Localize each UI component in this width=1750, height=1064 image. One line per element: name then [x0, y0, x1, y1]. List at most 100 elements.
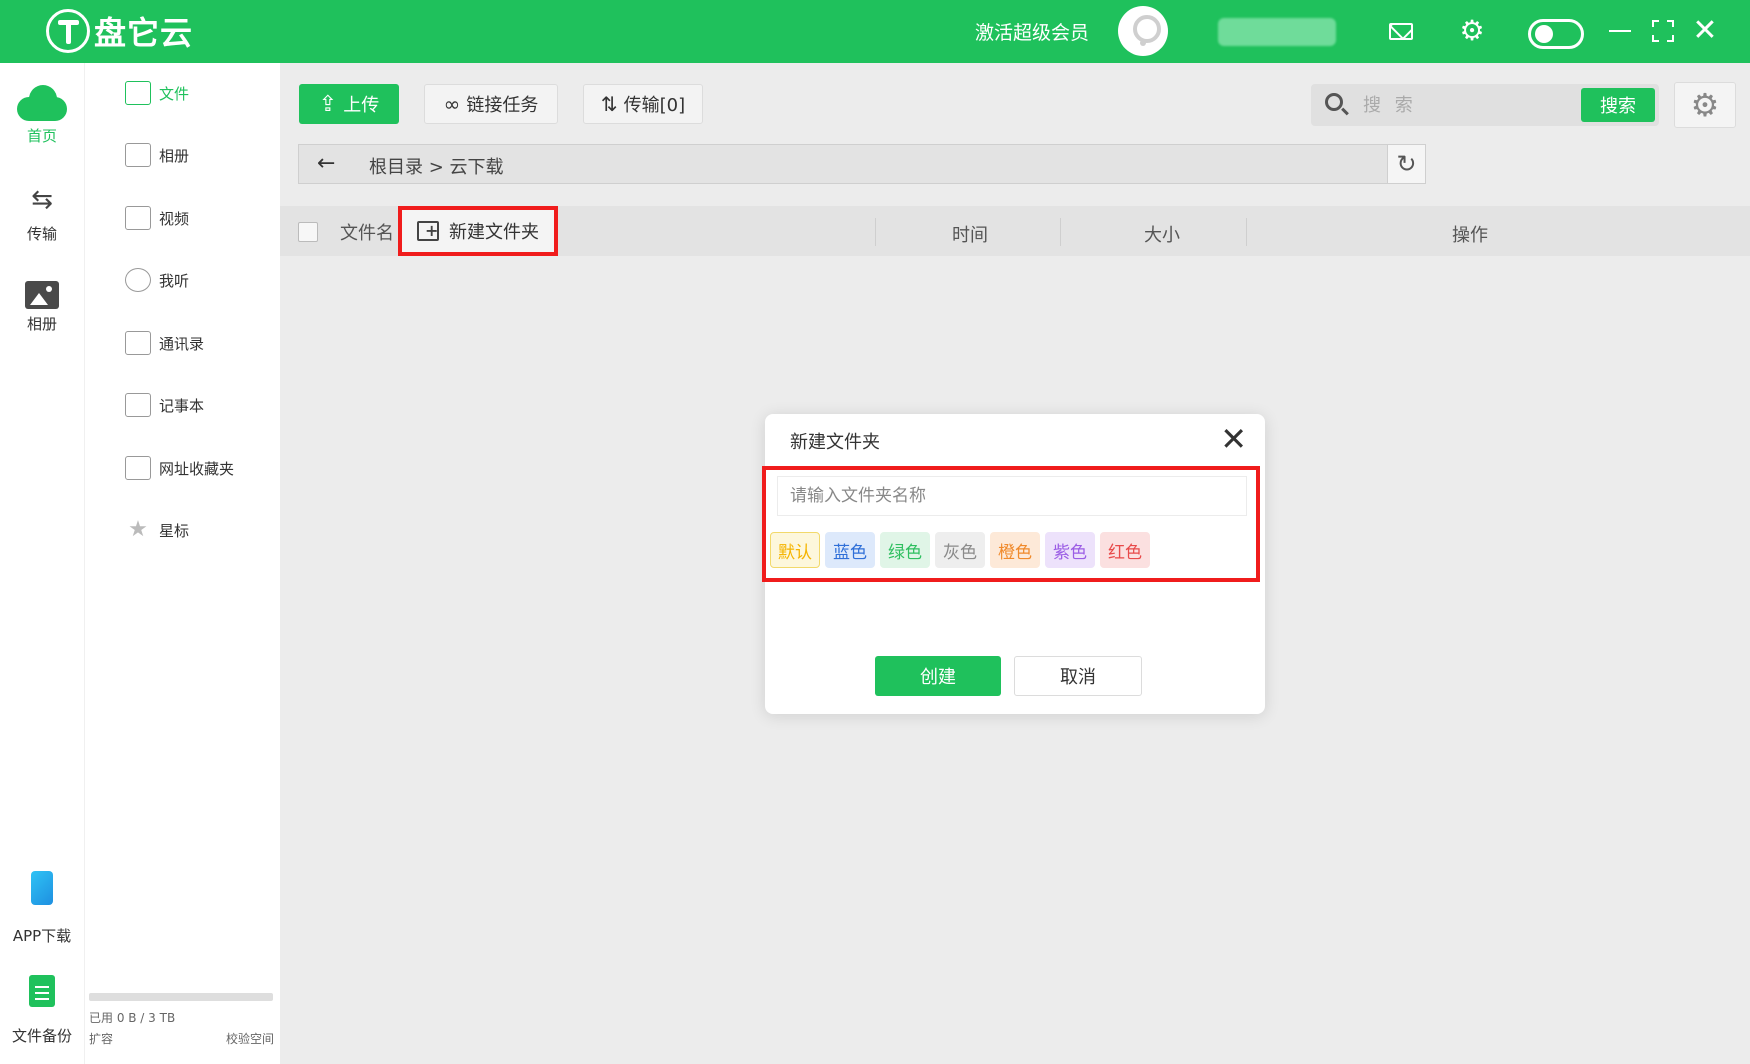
sidebar-item-label: 记事本 — [159, 396, 205, 415]
new-folder-label: 新建文件夹 — [449, 222, 539, 243]
username-blurred[interactable] — [1218, 18, 1336, 46]
sidebar-item-bookmarks[interactable]: 网址收藏夹 — [125, 453, 234, 483]
storage-usage-bar — [89, 993, 273, 1001]
video-icon — [125, 206, 151, 230]
category-sidebar: 文件 相册 视频 我听 通讯录 记事本 网址收藏夹 ★ 星标 已用 0 B / … — [84, 63, 280, 1064]
folder-name-input[interactable] — [777, 476, 1247, 516]
folder-color-picker: 默认 蓝色 绿色 灰色 橙色 紫色 红色 — [770, 532, 1155, 568]
expand-storage-link[interactable]: 扩容 — [89, 1030, 113, 1047]
color-chip-green[interactable]: 绿色 — [880, 532, 930, 568]
star-icon: ★ — [128, 517, 148, 542]
activate-vip-link[interactable]: 激活超级会员 — [975, 18, 1089, 45]
color-chip-purple[interactable]: 紫色 — [1045, 532, 1095, 568]
breadcrumb-path[interactable]: 根目录 > 云下载 — [369, 153, 504, 179]
new-folder-button[interactable]: 新建文件夹 — [398, 206, 558, 256]
link-task-button[interactable]: ∞ 链接任务 — [424, 84, 558, 124]
settings-button[interactable]: ⚙ — [1674, 82, 1736, 128]
transfer-arrows-icon: ⇆ — [31, 185, 53, 215]
photo-icon — [25, 281, 59, 309]
link-icon: ∞ — [443, 92, 461, 116]
verify-space-link[interactable]: 校验空间 — [226, 1030, 274, 1047]
column-filename[interactable]: 文件名 — [340, 219, 394, 245]
avatar[interactable] — [1118, 6, 1168, 56]
new-folder-icon — [417, 221, 439, 241]
select-all-checkbox[interactable] — [298, 222, 318, 242]
bookmark-folder-icon — [125, 456, 151, 480]
title-bar: 盘它云 激活超级会员 ⚙ ✕ — [0, 0, 1750, 63]
sidebar-item-label: 通讯录 — [159, 334, 205, 353]
main-nav-rail: 首页 ⇆ 传输 相册 APP下载 文件备份 — [0, 63, 84, 1064]
mail-icon[interactable] — [1386, 16, 1416, 46]
maximize-icon[interactable] — [1648, 16, 1678, 46]
column-divider — [1060, 218, 1061, 246]
notebook-icon — [125, 393, 151, 417]
column-divider — [875, 218, 876, 246]
search-button[interactable]: 搜索 — [1581, 88, 1655, 122]
sidebar-item-starred[interactable]: ★ 星标 — [125, 515, 189, 545]
file-list-header: 文件名 新建文件夹 时间 大小 操作 — [280, 206, 1750, 256]
up-down-arrows-icon: ⇅ — [600, 92, 618, 116]
color-chip-gray[interactable]: 灰色 — [935, 532, 985, 568]
app-logo: 盘它云 — [46, 8, 193, 54]
theme-toggle[interactable] — [1528, 19, 1584, 49]
color-chip-orange[interactable]: 橙色 — [990, 532, 1040, 568]
transfer-button[interactable]: ⇅ 传输[0] — [583, 84, 703, 124]
rail-item-album[interactable]: 相册 — [0, 281, 84, 334]
upload-button[interactable]: ⇪ 上传 — [299, 84, 399, 124]
minimize-icon[interactable] — [1605, 16, 1635, 46]
sidebar-item-label: 网址收藏夹 — [159, 459, 235, 478]
sidebar-item-label: 视频 — [159, 209, 190, 228]
sidebar-item-contacts[interactable]: 通讯录 — [125, 328, 204, 358]
color-chip-red[interactable]: 红色 — [1100, 532, 1150, 568]
column-action: 操作 — [1452, 225, 1488, 246]
document-icon — [29, 975, 55, 1007]
folder-icon — [125, 81, 151, 105]
transfer-label: 传输[0] — [623, 95, 686, 116]
column-time[interactable]: 时间 — [952, 221, 988, 247]
gear-icon: ⚙ — [1690, 86, 1720, 124]
rail-item-home[interactable]: 首页 — [0, 85, 84, 146]
search-input[interactable] — [1363, 90, 1563, 120]
search-box: 搜索 — [1311, 84, 1659, 126]
link-task-label: 链接任务 — [466, 95, 539, 116]
contacts-icon — [125, 331, 151, 355]
column-divider — [1246, 218, 1247, 246]
sidebar-item-label: 我听 — [159, 271, 190, 290]
sidebar-item-label: 星标 — [159, 521, 190, 540]
sidebar-item-label: 相册 — [159, 146, 190, 165]
new-folder-dialog: 新建文件夹 ✕ 默认 蓝色 绿色 灰色 橙色 紫色 红色 创建 取消 — [762, 414, 1265, 714]
logo-text: 盘它云 — [94, 14, 194, 52]
sidebar-item-files[interactable]: 文件 — [125, 78, 189, 108]
gear-icon[interactable]: ⚙ — [1457, 16, 1487, 46]
rail-item-label: 传输 — [26, 225, 57, 243]
sidebar-item-notes[interactable]: 记事本 — [125, 390, 204, 420]
color-chip-default[interactable]: 默认 — [770, 532, 820, 568]
sidebar-item-label: 文件 — [159, 84, 190, 103]
upload-icon: ⇪ — [318, 91, 338, 117]
rail-item-file-backup[interactable]: 文件备份 — [0, 975, 84, 1046]
rail-item-transfer[interactable]: ⇆ 传输 — [0, 181, 84, 244]
disc-icon — [125, 268, 151, 292]
storage-used-text: 已用 0 B / 3 TB — [89, 1011, 176, 1025]
sidebar-item-audio[interactable]: 我听 — [125, 265, 189, 295]
close-icon[interactable]: ✕ — [1690, 16, 1720, 46]
dialog-title: 新建文件夹 — [790, 432, 880, 453]
create-button[interactable]: 创建 — [875, 656, 1001, 696]
cancel-button[interactable]: 取消 — [1014, 656, 1142, 696]
rail-item-label: 相册 — [26, 315, 57, 333]
search-icon — [1325, 93, 1343, 111]
refresh-icon[interactable]: ↻ — [1387, 145, 1425, 183]
column-size[interactable]: 大小 — [1144, 221, 1180, 247]
cloud-home-icon — [17, 85, 67, 121]
rail-item-label: 文件备份 — [11, 1027, 72, 1045]
sidebar-item-album[interactable]: 相册 — [125, 140, 189, 170]
close-icon[interactable]: ✕ — [1220, 422, 1247, 456]
rail-item-app-download[interactable]: APP下载 — [0, 871, 84, 946]
logo-icon — [46, 9, 90, 53]
sidebar-item-video[interactable]: 视频 — [125, 203, 189, 233]
rail-item-label: 首页 — [26, 127, 57, 145]
back-arrow-icon[interactable]: ← — [317, 151, 335, 176]
phone-icon — [31, 871, 53, 905]
camera-icon — [125, 143, 151, 167]
color-chip-blue[interactable]: 蓝色 — [825, 532, 875, 568]
